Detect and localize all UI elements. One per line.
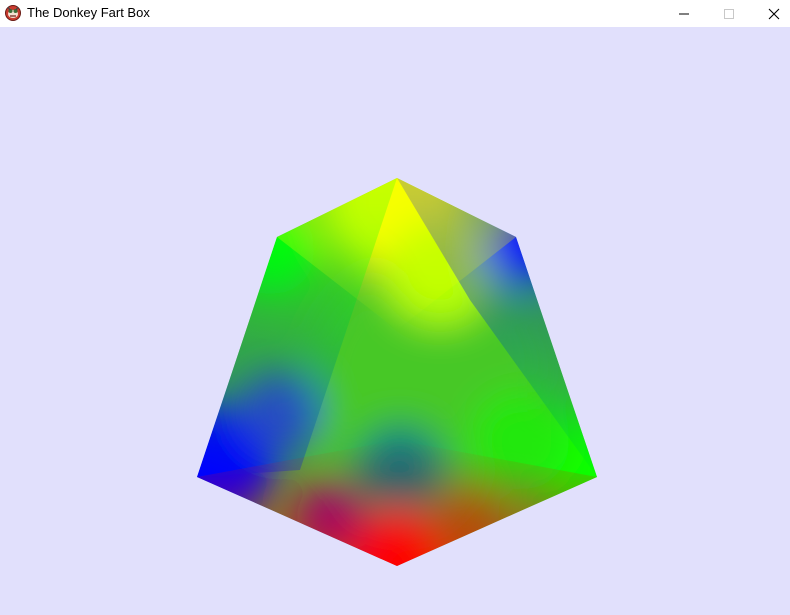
rgb-cube-render: [0, 27, 790, 615]
maximize-icon: [723, 8, 735, 20]
window-title: The Donkey Fart Box: [27, 5, 150, 20]
close-button[interactable]: [751, 0, 790, 27]
app-window: The Donkey Fart Box: [0, 0, 790, 615]
app-logo-icon: [4, 4, 22, 22]
maximize-button[interactable]: [706, 0, 751, 27]
minimize-icon: [678, 8, 690, 20]
render-viewport[interactable]: [0, 27, 790, 615]
minimize-button[interactable]: [661, 0, 706, 27]
close-icon: [768, 8, 780, 20]
title-bar[interactable]: The Donkey Fart Box: [0, 0, 790, 27]
